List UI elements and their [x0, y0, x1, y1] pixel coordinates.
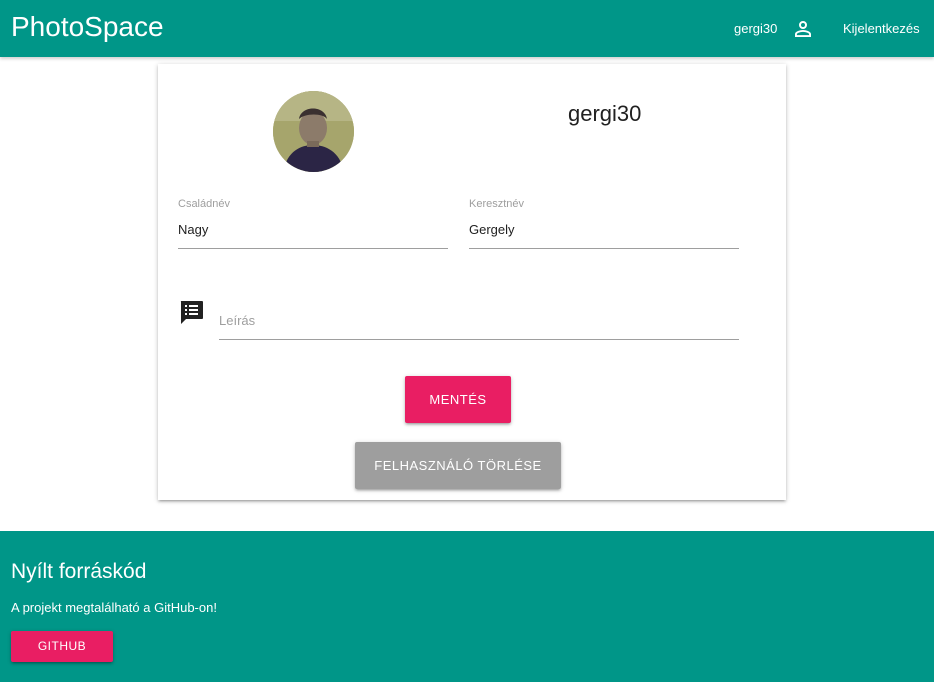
github-button[interactable]: GITHUB	[11, 631, 113, 662]
description-underline	[219, 339, 739, 340]
first-name-label: Keresztnév	[469, 198, 525, 210]
nav-username-link[interactable]: gergi30	[734, 21, 777, 36]
person-icon[interactable]	[791, 17, 815, 41]
first-name-input[interactable]: Gergely	[469, 222, 515, 237]
last-name-input[interactable]: Nagy	[178, 222, 208, 237]
footer-text: A projekt megtalálható a GitHub-on!	[11, 600, 217, 615]
delete-user-button[interactable]: FELHASZNÁLÓ TÖRLÉSE	[355, 442, 561, 489]
page-footer: Nyílt forráskód A projekt megtalálható a…	[0, 531, 934, 682]
top-navbar: PhotoSpace gergi30 Kijelentkezés	[0, 0, 934, 57]
description-list-icon	[179, 300, 204, 325]
footer-title: Nyílt forráskód	[11, 560, 147, 583]
brand-logo[interactable]: PhotoSpace	[11, 11, 164, 43]
description-input[interactable]: Leírás	[219, 313, 255, 328]
save-button[interactable]: MENTÉS	[405, 376, 511, 423]
profile-card: gergi30 Családnév Nagy Keresztnév Gergel…	[158, 64, 786, 500]
profile-username: gergi30	[568, 101, 642, 126]
last-name-underline	[178, 248, 448, 249]
user-avatar[interactable]	[273, 91, 354, 172]
last-name-label: Családnév	[178, 198, 230, 210]
logout-link[interactable]: Kijelentkezés	[843, 21, 920, 36]
first-name-underline	[469, 248, 739, 249]
